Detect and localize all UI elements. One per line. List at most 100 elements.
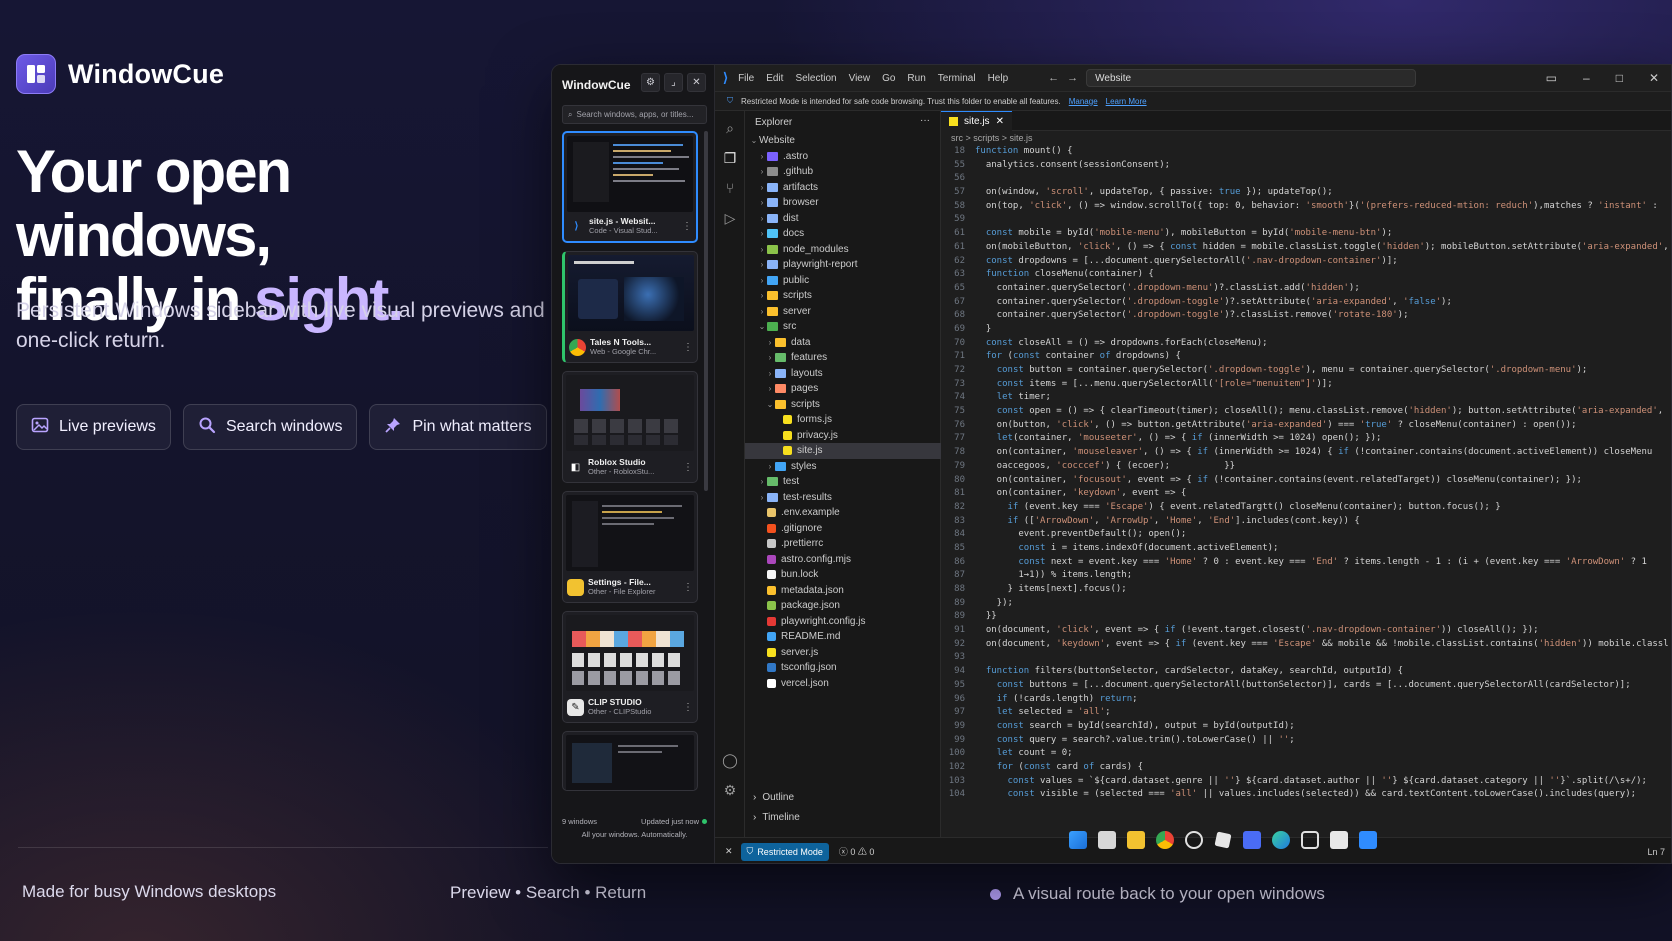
back-arrow-icon[interactable]: ←	[1048, 72, 1059, 84]
pin-toggle-icon[interactable]: ⌟	[664, 73, 683, 92]
explorer-files-icon[interactable]: ❐	[721, 149, 739, 167]
tree-item[interactable]: package.json	[745, 598, 941, 614]
menu-item-terminal[interactable]: Terminal	[938, 73, 976, 84]
window-card-partial[interactable]	[562, 731, 698, 791]
more-options-icon[interactable]: ⋮	[683, 702, 693, 713]
more-options-icon[interactable]: ⋮	[683, 342, 693, 353]
close-icon[interactable]: ✕	[687, 73, 706, 92]
sidebar-search-input[interactable]: ⌕ Search windows, apps, or titles...	[562, 105, 707, 124]
banner-learn-more-link[interactable]: Learn More	[1106, 97, 1147, 106]
tree-item[interactable]: › features	[745, 350, 941, 366]
tree-item[interactable]: › docs	[745, 226, 941, 242]
timeline-section[interactable]: › Timeline	[745, 807, 940, 827]
tree-item[interactable]: site.js	[745, 443, 941, 459]
tree-item[interactable]: server.js	[745, 645, 941, 661]
tree-item[interactable]: › data	[745, 335, 941, 351]
vscode-icon[interactable]	[1359, 831, 1377, 849]
search-icon[interactable]: ⌕	[721, 119, 739, 137]
copilot-icon[interactable]	[1301, 831, 1319, 849]
menu-item-selection[interactable]: Selection	[795, 73, 836, 84]
tree-item[interactable]: README.md	[745, 629, 941, 645]
window-card-file-explorer[interactable]: Settings - File... Other - File Explorer …	[562, 491, 698, 603]
windows-start-icon[interactable]	[1069, 831, 1087, 849]
source-control-icon[interactable]: ⑂	[721, 179, 739, 197]
task-view-icon[interactable]	[1098, 831, 1116, 849]
more-actions-icon[interactable]: ···	[920, 115, 930, 126]
tree-item[interactable]: › pages	[745, 381, 941, 397]
window-card-chrome[interactable]: Tales N Tools... Web - Google Chr... ⋮	[562, 251, 698, 363]
window-card-clip-studio[interactable]: ✎ CLIP STUDIO Other - CLIPStudio ⋮	[562, 611, 698, 723]
chrome-icon[interactable]	[1156, 831, 1174, 849]
window-card-roblox[interactable]: ◧ Roblox Studio Other - RobloxStu... ⋮	[562, 371, 698, 483]
gear-icon[interactable]: ⚙	[721, 781, 739, 799]
menu-item-run[interactable]: Run	[907, 73, 925, 84]
clipstudio-icon[interactable]	[1330, 831, 1348, 849]
tree-item[interactable]: .env.example	[745, 505, 941, 521]
tree-item[interactable]: › server	[745, 304, 941, 320]
tree-item[interactable]: › .github	[745, 164, 941, 180]
pill-live-previews[interactable]: Live previews	[16, 404, 171, 450]
cursor-position[interactable]: Ln 7	[1647, 847, 1665, 857]
tree-item[interactable]: › test-results	[745, 490, 941, 506]
outline-section[interactable]: › Outline	[745, 787, 940, 807]
tree-item[interactable]: › test	[745, 474, 941, 490]
banner-manage-link[interactable]: Manage	[1069, 97, 1098, 106]
folder-icon[interactable]	[1127, 831, 1145, 849]
problems-indicator[interactable]: ⓧ 0 ⚠ 0	[839, 845, 875, 858]
tree-item[interactable]: › scripts	[745, 288, 941, 304]
close-icon[interactable]: ✕	[1649, 71, 1659, 85]
more-options-icon[interactable]: ⋮	[683, 582, 693, 593]
tree-item[interactable]: ⌄ scripts	[745, 397, 941, 413]
chatgpt-icon[interactable]	[1185, 831, 1203, 849]
tree-item[interactable]: › browser	[745, 195, 941, 211]
menu-item-file[interactable]: File	[738, 73, 754, 84]
menu-item-help[interactable]: Help	[988, 73, 1009, 84]
windowcue-icon[interactable]	[1243, 831, 1261, 849]
tree-item[interactable]: tsconfig.json	[745, 660, 941, 676]
editor-tab-site-js[interactable]: site.js ✕	[941, 111, 1012, 131]
tree-item[interactable]: bun.lock	[745, 567, 941, 583]
layout-icon[interactable]: ▭	[1546, 71, 1557, 85]
more-options-icon[interactable]: ⋮	[683, 462, 693, 473]
code-view[interactable]: 18 function mount() {55 analytics.consent…	[941, 146, 1671, 803]
tree-item[interactable]: .gitignore	[745, 521, 941, 537]
account-icon[interactable]: ◯	[721, 751, 739, 769]
restricted-mode-badge[interactable]: ⛉ Restricted Mode	[740, 842, 829, 861]
pill-search-windows[interactable]: Search windows	[182, 404, 358, 450]
tree-item[interactable]: › styles	[745, 459, 941, 475]
run-debug-icon[interactable]: ▷	[721, 209, 739, 227]
forward-arrow-icon[interactable]: →	[1067, 72, 1078, 84]
window-card-vscode[interactable]: ⟩ site.js - Websit... Code - Visual Stud.…	[562, 131, 698, 243]
tree-item[interactable]: astro.config.mjs	[745, 552, 941, 568]
tree-item[interactable]: › layouts	[745, 366, 941, 382]
tree-item[interactable]: ⌄ src	[745, 319, 941, 335]
close-tab-icon[interactable]: ✕	[996, 116, 1004, 127]
tree-item[interactable]: › public	[745, 273, 941, 289]
tree-item[interactable]: › node_modules	[745, 242, 941, 258]
maximize-icon[interactable]: □	[1616, 71, 1623, 85]
menu-item-edit[interactable]: Edit	[766, 73, 783, 84]
tree-item[interactable]: forms.js	[745, 412, 941, 428]
more-options-icon[interactable]: ⋮	[682, 221, 692, 232]
tree-item[interactable]: metadata.json	[745, 583, 941, 599]
remote-icon[interactable]: ✕	[725, 846, 733, 857]
breadcrumb[interactable]: src > scripts > site.js	[951, 133, 1033, 143]
pill-pin-what-matters[interactable]: Pin what matters	[369, 404, 547, 450]
menu-item-go[interactable]: Go	[882, 73, 895, 84]
minimize-icon[interactable]: –	[1583, 71, 1590, 85]
sidebar-scrollbar[interactable]	[704, 131, 708, 491]
tree-item[interactable]: › artifacts	[745, 180, 941, 196]
tree-item[interactable]: .prettierrc	[745, 536, 941, 552]
tree-item[interactable]: › playwright-report	[745, 257, 941, 273]
tree-root[interactable]: ⌄ Website	[745, 133, 941, 149]
tree-item[interactable]: vercel.json	[745, 676, 941, 692]
tree-item[interactable]: › dist	[745, 211, 941, 227]
roblox-icon[interactable]	[1214, 831, 1232, 849]
gear-icon[interactable]: ⚙	[641, 73, 660, 92]
tree-item[interactable]: privacy.js	[745, 428, 941, 444]
tree-item[interactable]: playwright.config.js	[745, 614, 941, 630]
edge-icon[interactable]	[1272, 831, 1290, 849]
tree-item[interactable]: › .astro	[745, 149, 941, 165]
command-center[interactable]: Website	[1086, 69, 1417, 87]
menu-item-view[interactable]: View	[849, 73, 871, 84]
